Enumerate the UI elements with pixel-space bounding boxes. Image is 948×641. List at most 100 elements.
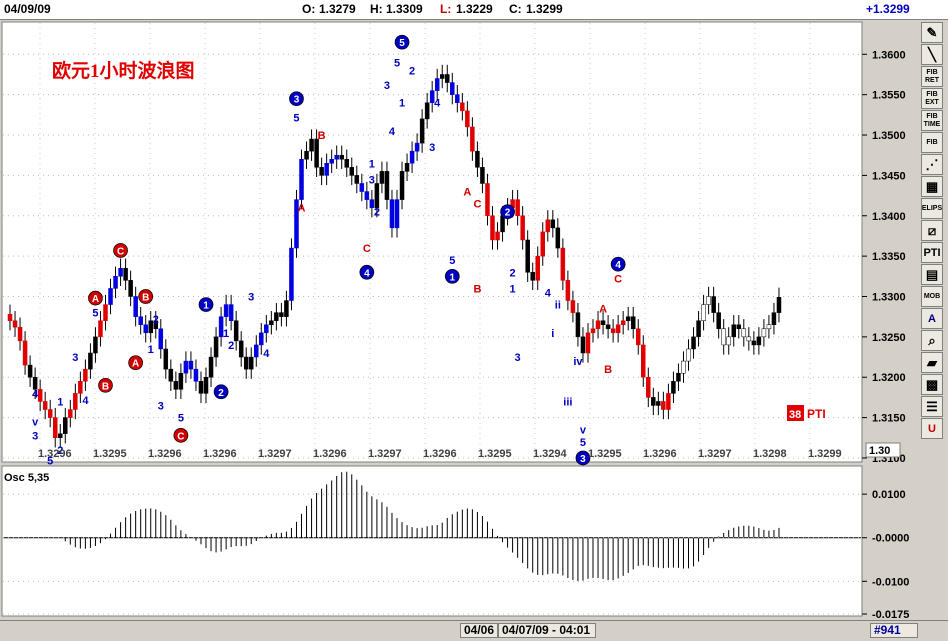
mob-button-label: MOB [923,292,941,300]
footer-date-left[interactable]: 04/06 [460,623,498,638]
candle [721,328,726,346]
wave-label: 1 [450,272,456,283]
channel-button[interactable]: ⧄ [921,220,943,241]
wave-label: 4 [32,388,39,400]
candle [128,280,133,297]
fan-button[interactable]: ⋰ [921,154,943,175]
candle [495,231,500,241]
pti-button[interactable]: PTI [921,242,943,263]
delete-button[interactable]: ▰ [921,352,943,373]
candle [535,255,540,281]
candle [63,417,68,434]
oscillator-tick-label: -0.0100 [872,576,909,588]
candle [47,409,53,418]
properties-button[interactable]: ☰ [921,396,943,417]
text-button-label: A [928,312,936,325]
eraser-tool-button[interactable]: ╲ [921,44,943,65]
elips-button[interactable]: ELIPS [921,198,943,219]
candle [641,344,646,378]
candle [686,348,691,362]
fan-icon: ⋰ [925,156,939,172]
wave-label: iii [563,396,572,408]
table-button[interactable]: ▤ [921,264,943,285]
candle [736,324,742,330]
wave-label: 3 [384,80,390,92]
zoom-button[interactable]: ⌕ [921,330,943,351]
candle [248,356,254,370]
candle [625,316,631,321]
candle [254,344,259,358]
wave-label: A [92,294,99,305]
wave-label: 1 [223,328,229,340]
candle [550,219,556,229]
candle [324,163,329,176]
candle [465,110,470,128]
fib-time-button-label: FIB TIME [923,112,941,128]
fib-ext-button[interactable]: FIB EXT [921,88,943,109]
pti-value: 38 [789,409,801,421]
candle [480,167,485,184]
wave-label: iv [573,356,583,368]
candle [761,328,767,338]
wave-label: 1 [203,301,209,312]
fib-time-button[interactable]: FIB TIME [921,110,943,131]
u-button[interactable]: U [921,418,943,439]
wave-label: 2 [218,388,224,399]
x-tick-label: 1.3296 [313,448,347,460]
candle [434,78,440,91]
price-tick-label: 1.3450 [872,170,906,182]
candle [651,397,656,406]
u-button-label: U [928,422,936,435]
candle [450,82,455,95]
pencil-tool-button[interactable]: ✎ [921,22,943,43]
wave-label: 4 [389,126,396,138]
candle [414,142,420,152]
price-tick-label: 1.3250 [872,332,906,344]
x-tick-label: 1.3297 [258,448,292,460]
candle [198,381,204,394]
candle [565,280,571,301]
wave-label: C [473,199,481,211]
wave-label: 3 [515,352,521,364]
mob-button[interactable]: MOB [921,286,943,307]
candle [27,364,33,378]
low-value: 1.3229 [456,2,493,16]
candle [731,324,736,338]
fib-ret-button[interactable]: FIB RET [921,66,943,87]
wave-label: 1 [399,98,405,110]
high-value: 1.3309 [386,2,423,16]
wave-label: 4 [545,287,552,299]
footer-date-range[interactable]: 04/07/09 - 04:01 [498,623,596,638]
grid-button[interactable]: ▦ [921,176,943,197]
candle [37,389,43,402]
candle [42,401,48,410]
x-tick-label: 1.3296 [203,448,237,460]
text-button[interactable]: A [921,308,943,329]
candle [399,171,405,200]
fib-arc-button[interactable]: FIB [921,132,943,153]
candle [299,158,304,200]
candle [409,150,415,164]
candle [73,393,78,410]
candle [439,74,445,79]
pattern-button[interactable]: ▩ [921,374,943,395]
candle [123,267,128,281]
candle [208,356,214,378]
x-tick-label: 1.3295 [588,448,622,460]
oscillator-panel[interactable] [1,465,863,617]
price-chart[interactable]: 0.0100-0.0000-0.0100-0.0175 4v352134A5BC… [0,20,920,618]
candle [776,297,782,313]
candle [394,199,400,229]
fib-ext-button-label: FIB EXT [925,90,939,106]
candle [223,304,229,317]
channel-icon: ⧄ [927,222,937,238]
wave-label: 2 [374,207,380,219]
pti-label: PTI [807,407,826,421]
candle [540,231,546,257]
candle [595,320,601,330]
candle [364,191,370,200]
candle [610,328,616,334]
magnifier-icon: ⌕ [928,332,936,348]
candle [304,150,309,160]
price-tick-label: 1.3350 [872,251,906,263]
